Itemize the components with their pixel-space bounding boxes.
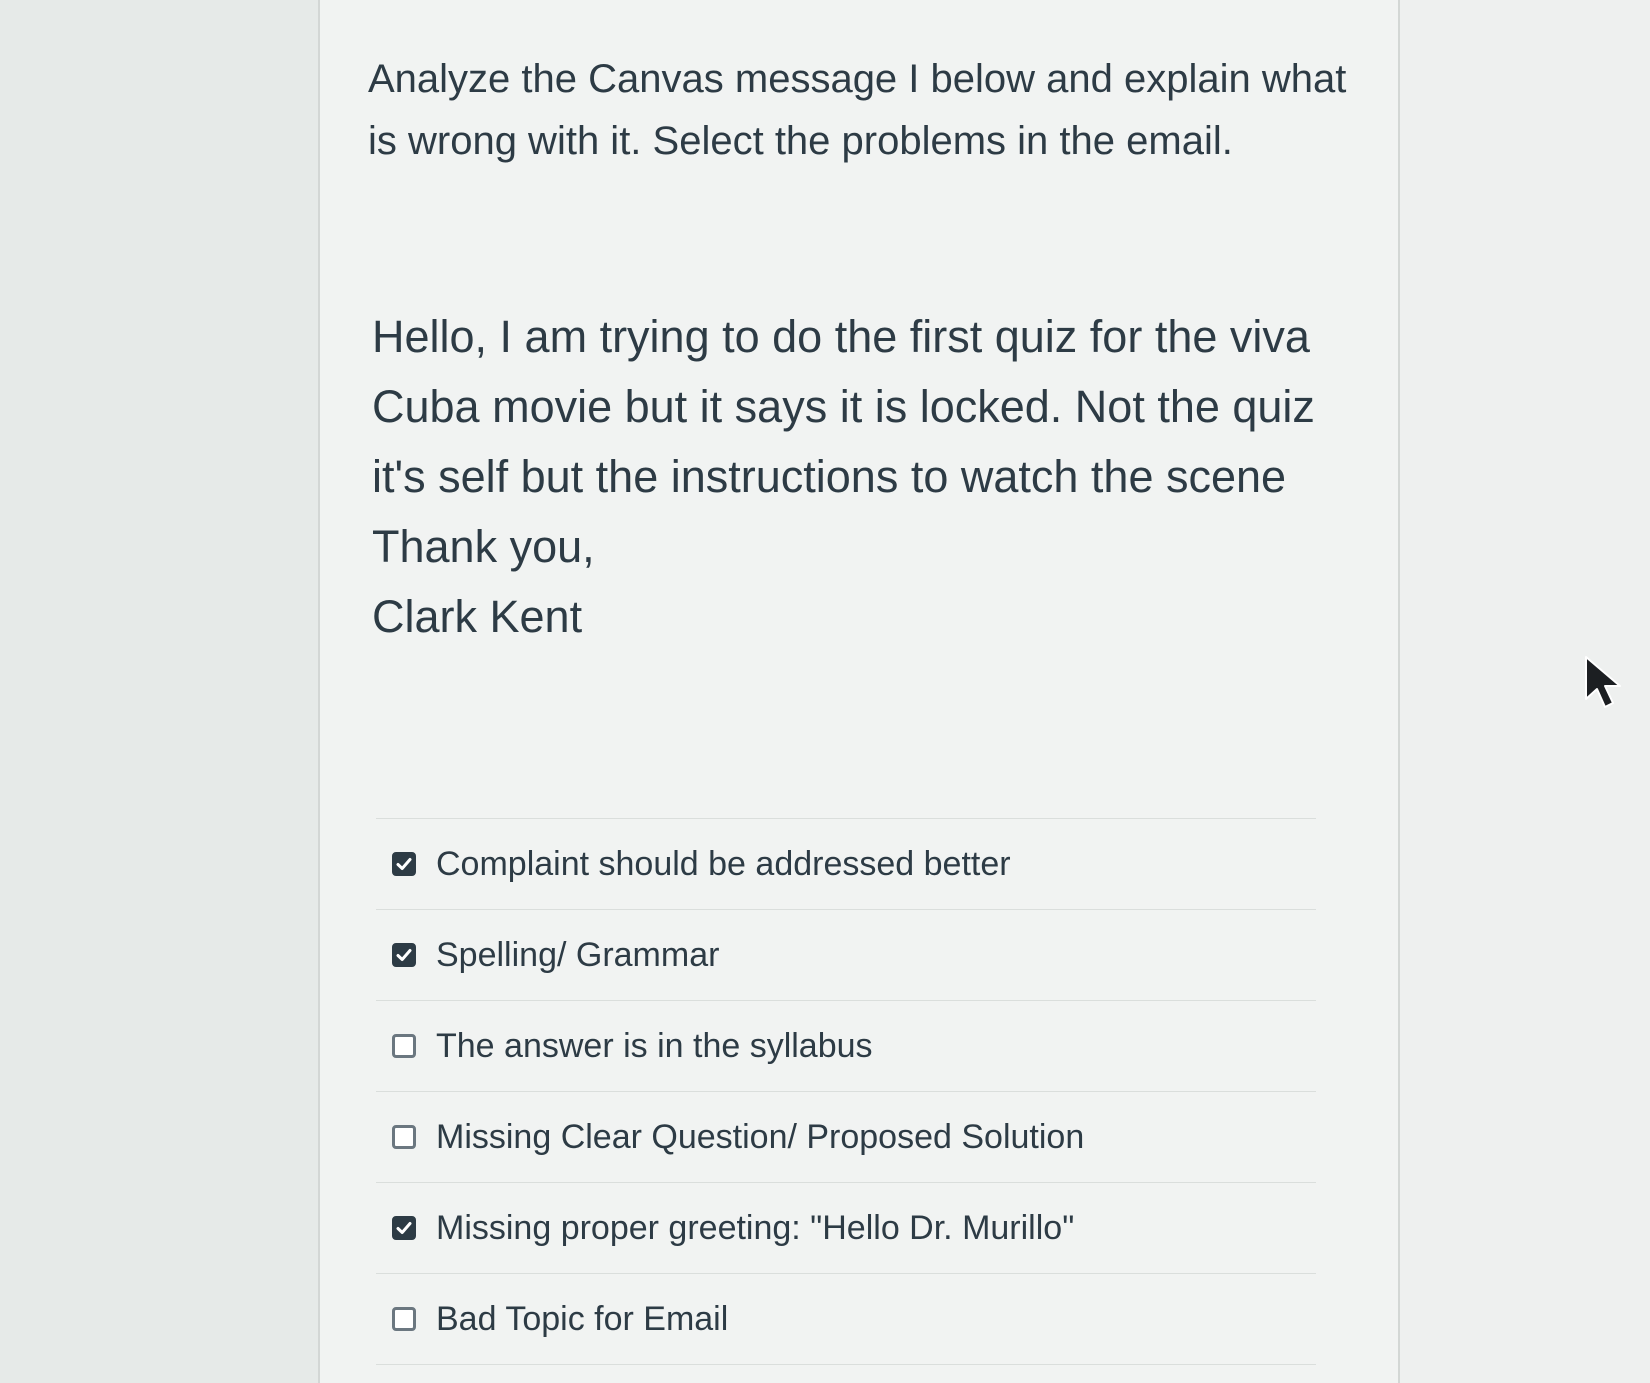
mouse-pointer-icon (1585, 656, 1621, 708)
answer-checkbox[interactable] (392, 943, 416, 967)
answer-label: Bad Topic for Email (436, 1299, 729, 1338)
checkmark-icon (396, 858, 412, 870)
answer-checkbox[interactable] (392, 852, 416, 876)
left-background (0, 0, 318, 1383)
answer-option[interactable]: Missing Clear Question/ Proposed Solutio… (376, 1092, 1316, 1183)
answer-label: The answer is in the syllabus (436, 1026, 873, 1065)
answer-label: Missing Clear Question/ Proposed Solutio… (436, 1117, 1085, 1156)
answer-list: Complaint should be addressed better Spe… (376, 818, 1316, 1365)
answer-checkbox[interactable] (392, 1034, 416, 1058)
answer-label: Missing proper greeting: "Hello Dr. Muri… (436, 1208, 1075, 1247)
question-text: Analyze the Canvas message I below and e… (368, 57, 1347, 163)
answer-option[interactable]: Spelling/ Grammar (376, 910, 1316, 1001)
answer-checkbox[interactable] (392, 1307, 416, 1331)
answer-checkbox[interactable] (392, 1216, 416, 1240)
answer-option[interactable]: Complaint should be addressed better (376, 819, 1316, 910)
message-body: Hello, I am trying to do the first quiz … (372, 311, 1315, 502)
answer-label: Complaint should be addressed better (436, 844, 1011, 883)
answer-option[interactable]: Bad Topic for Email (376, 1274, 1316, 1365)
checkmark-icon (396, 949, 412, 961)
checkmark-icon (396, 1222, 412, 1234)
message-signature: Clark Kent (372, 591, 583, 642)
email-message: Hello, I am trying to do the first quiz … (372, 302, 1332, 652)
answer-option[interactable]: The answer is in the syllabus (376, 1001, 1316, 1092)
answer-checkbox[interactable] (392, 1125, 416, 1149)
answer-option[interactable]: Missing proper greeting: "Hello Dr. Muri… (376, 1183, 1316, 1274)
message-closing: Thank you, (372, 521, 595, 572)
answer-label: Spelling/ Grammar (436, 935, 720, 974)
quiz-question-panel: Analyze the Canvas message I below and e… (318, 0, 1400, 1383)
